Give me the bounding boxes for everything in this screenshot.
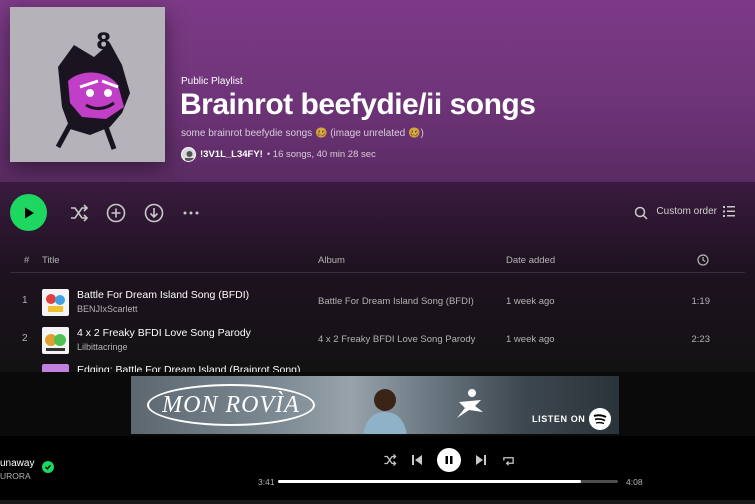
column-header-title[interactable]: Title <box>42 255 60 266</box>
tracklist-section: Custom order # Title Album Date added 1 … <box>0 182 755 372</box>
playlist-description: some brainrot beefydie songs 🥴 (image un… <box>181 128 424 139</box>
ad-artist-photo-icon <box>363 389 407 434</box>
search-icon <box>634 206 648 220</box>
spotify-logo-icon <box>589 408 611 430</box>
avatar[interactable] <box>181 146 196 162</box>
ad-listen-on-label: LISTEN ON <box>532 414 586 424</box>
track-artwork <box>42 289 69 316</box>
playlist-owner-link[interactable]: !3V1L_L34FY! <box>200 149 263 160</box>
ad-emblem-icon <box>457 389 483 418</box>
next-button[interactable] <box>473 452 489 468</box>
track-title[interactable]: Battle For Dream Island Song (BFDI) <box>77 289 249 301</box>
table-row[interactable]: Edging: Battle For Dream Island (Brainro… <box>0 359 755 372</box>
column-header-date-added[interactable]: Date added <box>506 255 555 266</box>
now-playing-title[interactable]: unaway <box>0 458 34 469</box>
pause-icon <box>445 456 453 464</box>
track-artist[interactable]: Lilbittacringe <box>77 342 128 352</box>
shuffle-toggle[interactable] <box>382 452 398 468</box>
track-number: 2 <box>22 333 28 344</box>
track-duration: 2:23 <box>691 334 711 345</box>
track-title[interactable]: Edging: Battle For Dream Island (Brainro… <box>77 364 301 372</box>
sort-dropdown[interactable]: Custom order <box>656 206 735 217</box>
progress-fill <box>278 480 581 483</box>
table-row[interactable]: 2 4 x 2 Freaky BFDI Love Song Parody Lil… <box>0 321 755 359</box>
track-album[interactable]: Battle For Dream Island Song (BFDI) <box>318 296 474 307</box>
track-date-added: 1 week ago <box>506 334 555 345</box>
list-icon <box>723 206 735 217</box>
header-divider <box>10 272 745 273</box>
pause-button[interactable] <box>437 448 461 472</box>
now-playing-artist[interactable]: URORA <box>0 471 31 481</box>
playlist-owner-row: !3V1L_L34FY! • 16 songs, 40 min 28 sec <box>181 146 376 162</box>
ad-brand-logo: MON ROVÌA <box>147 384 315 426</box>
shuffle-button[interactable] <box>68 202 90 224</box>
bottom-edge <box>0 500 755 504</box>
clock-icon <box>697 254 709 266</box>
svg-text:8: 8 <box>96 30 111 55</box>
track-date-added: 1 week ago <box>506 296 555 307</box>
elapsed-time: 3:41 <box>258 477 275 487</box>
previous-button[interactable] <box>409 452 425 468</box>
play-button[interactable] <box>10 194 47 231</box>
progress-bar[interactable] <box>278 480 618 483</box>
playlist-cover-image[interactable]: 8 <box>10 7 165 162</box>
table-row[interactable]: 1 Battle For Dream Island Song (BFDI) BE… <box>0 283 755 321</box>
shuffle-icon <box>384 453 397 467</box>
more-options-button[interactable] <box>180 202 202 224</box>
play-icon <box>24 207 34 218</box>
track-duration: 1:19 <box>691 296 711 307</box>
add-circle-icon <box>106 203 126 223</box>
playlist-type-label: Public Playlist <box>181 76 243 87</box>
track-artist[interactable]: BENJIxScarlett <box>77 304 138 314</box>
total-time: 4:08 <box>626 477 643 487</box>
repeat-button[interactable] <box>500 452 516 468</box>
download-icon <box>144 203 164 223</box>
now-playing-bar: unaway URORA 3:41 4:08 <box>0 436 755 504</box>
cover-art-icon: 8 <box>10 7 165 162</box>
skip-forward-icon <box>476 455 486 465</box>
ad-banner-area: MON ROVÌA LISTEN ON <box>0 372 755 436</box>
add-to-library-button[interactable] <box>105 202 127 224</box>
column-header-number: # <box>24 255 30 266</box>
track-artwork <box>42 364 69 372</box>
search-button[interactable] <box>630 202 652 224</box>
sort-label: Custom order <box>656 206 717 217</box>
track-number: 1 <box>22 295 28 306</box>
skip-back-icon <box>412 455 422 465</box>
track-artwork <box>42 327 69 354</box>
playlist-header: 8 Public Playlist Brainrot beefydie/ii s… <box>0 0 755 182</box>
shuffle-icon <box>71 204 89 222</box>
page-title: Brainrot beefydie/ii songs <box>180 88 536 121</box>
saved-check-icon[interactable] <box>42 461 54 473</box>
download-button[interactable] <box>143 202 165 224</box>
playlist-meta: • 16 songs, 40 min 28 sec <box>266 148 376 160</box>
track-title[interactable]: 4 x 2 Freaky BFDI Love Song Parody <box>77 327 251 339</box>
column-header-duration[interactable] <box>697 254 709 269</box>
column-header-album[interactable]: Album <box>318 255 345 266</box>
more-icon <box>183 211 199 215</box>
repeat-icon <box>502 456 514 466</box>
ad-banner[interactable]: MON ROVÌA LISTEN ON <box>131 376 619 434</box>
track-album[interactable]: 4 x 2 Freaky BFDI Love Song Parody <box>318 334 475 345</box>
